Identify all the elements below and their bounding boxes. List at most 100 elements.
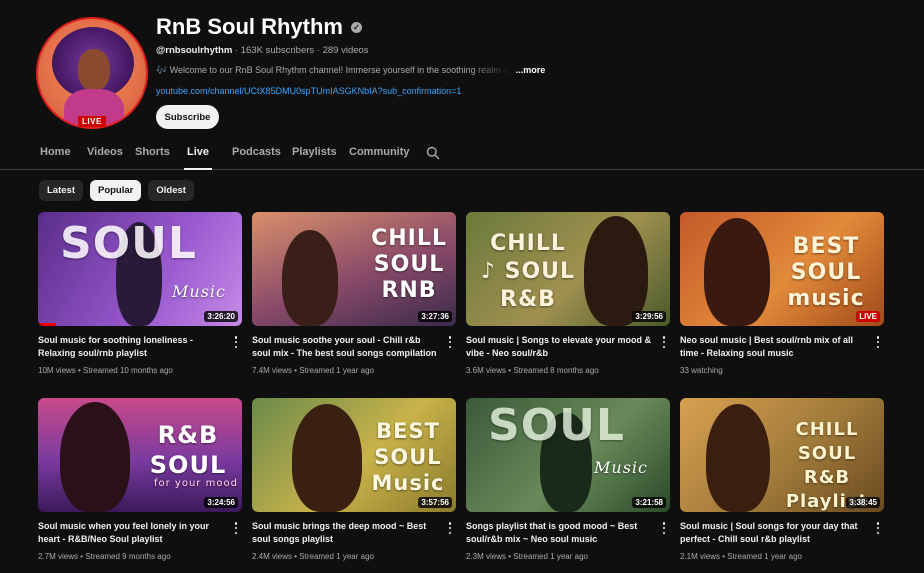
thumbnail-art-text: R&B SOUL <box>149 421 227 479</box>
video-meta: 10M views • Streamed 10 months ago <box>38 366 173 375</box>
meta-separator: · <box>234 45 239 56</box>
thumbnail-art-text: BEST SOUL music <box>787 234 865 311</box>
avatar-live-badge[interactable]: LIVE <box>78 116 106 127</box>
video-card[interactable]: SOUL Music 3:26:20 Soul music for soothi… <box>38 212 242 375</box>
channel-avatar[interactable] <box>36 17 148 129</box>
stream-age: Streamed 1 year ago <box>513 552 588 561</box>
thumbnail-art-text: SOUL <box>488 400 625 451</box>
thumbnail-art-text: BEST SOUL Music <box>371 419 445 495</box>
view-count: 2.4M views <box>252 552 293 561</box>
video-card[interactable]: BEST SOUL Music 3:57:56 Soul music bring… <box>252 398 456 561</box>
channel-title-row: RnB Soul Rhythm ✓ <box>156 14 362 40</box>
stream-age: Streamed 1 year ago <box>299 366 374 375</box>
video-meta: 33 watching <box>680 366 884 375</box>
thumbnail-art-text: SOUL <box>60 218 197 269</box>
video-title[interactable]: Neo soul music | Best soul/rnb mix of al… <box>680 334 884 362</box>
more-actions-icon[interactable] <box>876 336 880 348</box>
video-title[interactable]: Soul music when you feel lonely in your … <box>38 520 242 548</box>
video-card[interactable]: CHILL SOUL RNB 3:27:36 Soul music soothe… <box>252 212 456 375</box>
more-actions-icon[interactable] <box>662 336 666 348</box>
duration-badge: 3:38:45 <box>846 497 880 508</box>
duration-badge: 3:27:36 <box>418 311 452 322</box>
video-meta: 2.1M views • Streamed 1 year ago <box>680 552 802 561</box>
more-actions-icon[interactable] <box>234 522 238 534</box>
more-actions-icon[interactable] <box>876 522 880 534</box>
more-actions-icon[interactable] <box>234 336 238 348</box>
watching-count: 33 watching <box>680 366 723 375</box>
thumbnail-art-text: CHILL ♪ SOUL R&B <box>480 231 576 312</box>
video-thumbnail[interactable]: SOUL Music 3:21:58 <box>466 398 670 512</box>
tab-podcasts[interactable]: Podcasts <box>232 138 281 170</box>
more-actions-icon[interactable] <box>448 522 452 534</box>
view-count: 7.4M views <box>252 366 293 375</box>
channel-description[interactable]: 🎶 Welcome to our RnB Soul Rhythm channel… <box>156 65 545 76</box>
duration-badge: 3:57:56 <box>418 497 452 508</box>
tab-shorts[interactable]: Shorts <box>135 138 170 170</box>
video-thumbnail[interactable]: CHILL SOUL RNB 3:27:36 <box>252 212 456 326</box>
tab-playlists[interactable]: Playlists <box>292 138 337 170</box>
channel-name: RnB Soul Rhythm <box>156 14 343 39</box>
sort-chips: Latest Popular Oldest <box>39 180 194 201</box>
video-meta: 3.6M views • Streamed 8 months ago <box>466 366 599 375</box>
verified-icon: ✓ <box>351 21 362 33</box>
video-title[interactable]: Soul music soothe your soul - Chill r&b … <box>252 334 456 362</box>
duration-badge: 3:24:56 <box>204 497 238 508</box>
video-meta: 7.4M views • Streamed 1 year ago <box>252 366 374 375</box>
tab-home[interactable]: Home <box>40 138 71 170</box>
more-actions-icon[interactable] <box>662 522 666 534</box>
video-title[interactable]: Soul music | Soul songs for your day tha… <box>680 520 884 548</box>
watch-progress-bar <box>38 323 57 326</box>
tab-live[interactable]: Live <box>184 138 213 170</box>
video-card[interactable]: R&B SOUL for your mood 3:24:56 Soul musi… <box>38 398 242 561</box>
video-thumbnail[interactable]: BEST SOUL music LIVE <box>680 212 884 326</box>
duration-badge: 3:21:58 <box>632 497 666 508</box>
thumbnail-art-subtext: Music <box>594 458 648 477</box>
video-thumbnail[interactable]: R&B SOUL for your mood 3:24:56 <box>38 398 242 512</box>
channel-meta: @rnbsoulrhythm · 163K subscribers · 289 … <box>156 45 369 56</box>
view-count: 2.1M views <box>680 552 721 561</box>
view-count: 2.7M views <box>38 552 79 561</box>
thumbnail-art-subtext: Music <box>172 282 226 301</box>
chip-oldest[interactable]: Oldest <box>148 180 194 201</box>
video-card[interactable]: SOUL Music 3:21:58 Songs playlist that i… <box>466 398 670 561</box>
avatar-face <box>78 49 110 91</box>
stream-age: Streamed 9 months ago <box>85 552 171 561</box>
chip-popular[interactable]: Popular <box>89 180 142 201</box>
video-title[interactable]: Soul music | Songs to elevate your mood … <box>466 334 670 362</box>
video-thumbnail[interactable]: BEST SOUL Music 3:57:56 <box>252 398 456 512</box>
video-thumbnail[interactable]: CHILL SOUL R&B Playlist 3:38:45 <box>680 398 884 512</box>
thumbnail-art-text: CHILL SOUL RNB <box>371 226 447 303</box>
video-card[interactable]: BEST SOUL music LIVE Neo soul music | Be… <box>680 212 884 375</box>
video-meta: 2.3M views • Streamed 1 year ago <box>466 552 588 561</box>
video-card[interactable]: CHILL ♪ SOUL R&B 3:29:56 Soul music | So… <box>466 212 670 375</box>
subscribe-button[interactable]: Subscribe <box>156 105 219 129</box>
tab-videos[interactable]: Videos <box>87 138 123 170</box>
stream-age: Streamed 10 months ago <box>83 366 173 375</box>
stream-age: Streamed 8 months ago <box>513 366 599 375</box>
video-card[interactable]: CHILL SOUL R&B Playlist 3:38:45 Soul mus… <box>680 398 884 561</box>
stream-age: Streamed 1 year ago <box>727 552 802 561</box>
video-meta: 2.4M views • Streamed 1 year ago <box>252 552 374 561</box>
chip-latest[interactable]: Latest <box>39 180 83 201</box>
duration-badge: 3:29:56 <box>632 311 666 322</box>
channel-link[interactable]: youtube.com/channel/UCtX85DMU0spTUmIASGK… <box>156 86 461 96</box>
subscriber-count: 163K subscribers <box>240 45 315 56</box>
video-thumbnail[interactable]: CHILL ♪ SOUL R&B 3:29:56 <box>466 212 670 326</box>
stream-age: Streamed 1 year ago <box>299 552 374 561</box>
video-title[interactable]: Soul music brings the deep mood ~ Best s… <box>252 520 456 548</box>
view-count: 2.3M views <box>466 552 507 561</box>
view-count: 10M views <box>38 366 76 375</box>
video-title[interactable]: Songs playlist that is good mood ~ Best … <box>466 520 670 548</box>
thumbnail-art-subtext: for your mood <box>154 478 238 489</box>
video-thumbnail[interactable]: SOUL Music 3:26:20 <box>38 212 242 326</box>
more-actions-icon[interactable] <box>448 336 452 348</box>
tab-community[interactable]: Community <box>349 138 410 170</box>
search-icon[interactable] <box>426 146 440 160</box>
video-title[interactable]: Soul music for soothing loneliness - Rel… <box>38 334 242 362</box>
duration-badge: 3:26:20 <box>204 311 238 322</box>
channel-page: LIVE RnB Soul Rhythm ✓ @rnbsoulrhythm · … <box>0 0 924 573</box>
meta-separator: · <box>316 45 320 56</box>
channel-handle: @rnbsoulrhythm <box>156 45 233 56</box>
live-badge: LIVE <box>856 311 880 322</box>
more-link[interactable]: ...more <box>516 65 546 76</box>
